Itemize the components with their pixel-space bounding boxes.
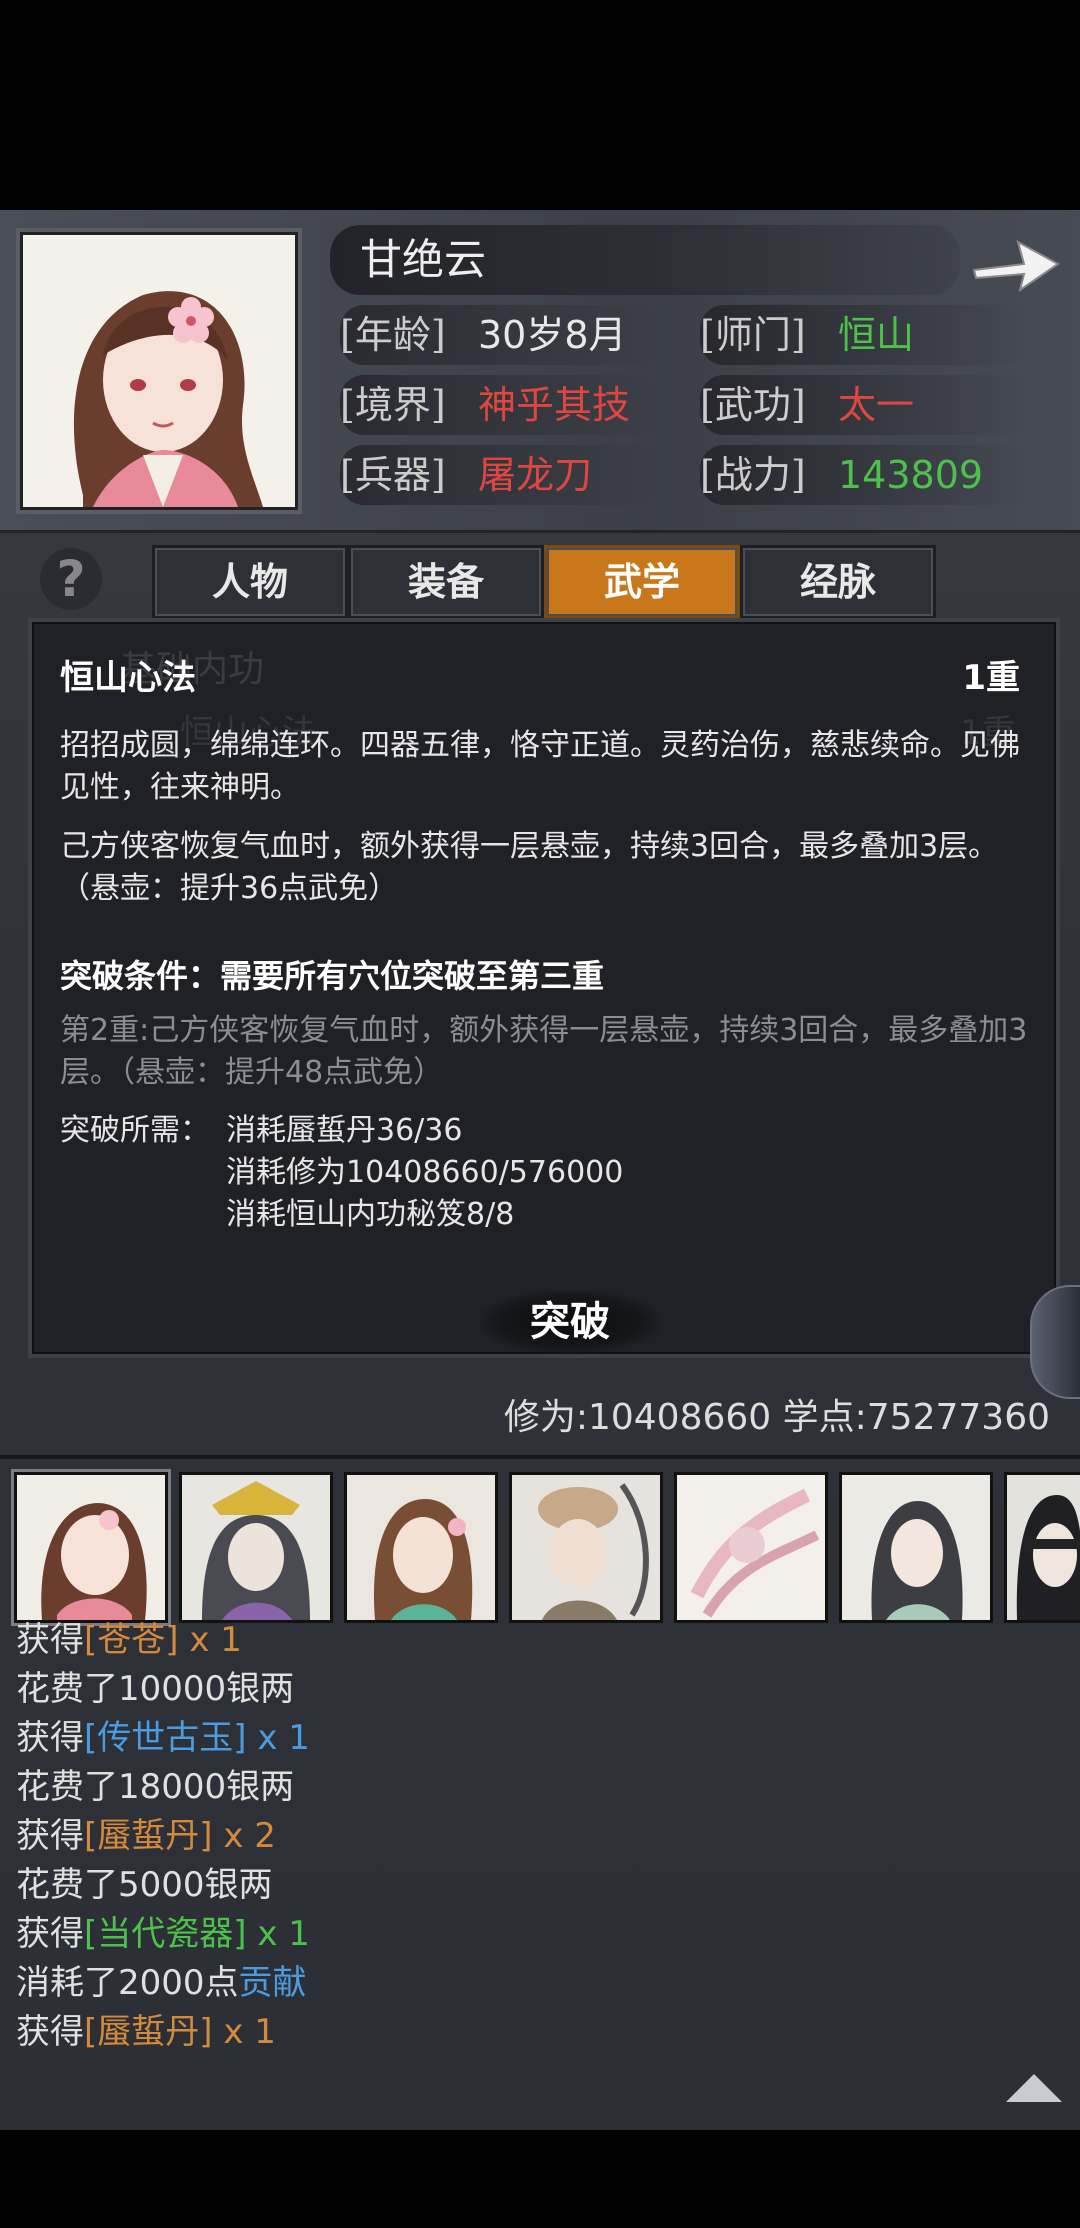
roster-character[interactable]	[179, 1472, 333, 1623]
log-segment: 花费了18000银两	[16, 1767, 295, 1807]
portrait-illustration	[23, 235, 295, 507]
log-segment: 获得	[16, 1914, 84, 1954]
stat-value-weapon: 屠龙刀	[478, 453, 593, 497]
requirement-item: 消耗恒山内功秘笈8/8	[226, 1197, 515, 1232]
stat-value-realm: 神乎其技	[478, 383, 631, 427]
roster-character[interactable]	[1004, 1472, 1080, 1623]
stat-label-martial: [武功]	[700, 383, 806, 427]
skill-title: 恒山心法	[60, 658, 196, 698]
roster-portrait	[842, 1475, 990, 1620]
character-portrait[interactable]	[20, 232, 298, 510]
roster-portrait	[1007, 1475, 1080, 1620]
log-segment: 获得	[16, 2012, 84, 2052]
log-segment: 获得	[16, 1620, 84, 1660]
log-line: 获得[传世古玉] x 1	[16, 1714, 310, 1763]
roster-portrait	[512, 1475, 660, 1620]
log-line: 获得[当代瓷器] x 1	[16, 1910, 310, 1959]
roster-portrait	[182, 1475, 330, 1620]
tab-martial-arts[interactable]: 武学	[544, 545, 740, 619]
log-line: 花费了10000银两	[16, 1665, 294, 1714]
stat-value-age: 30岁8月	[478, 313, 627, 357]
roster-portrait	[17, 1475, 165, 1620]
log-segment: 消耗了2000点	[16, 1963, 239, 2003]
log-segment: [蜃蜇丹]	[84, 2012, 213, 2052]
triangle-up-icon[interactable]	[1002, 2070, 1066, 2106]
log-segment: x 1	[246, 1914, 310, 1954]
log-segment: x 1	[178, 1620, 242, 1660]
log-line: 获得[蜃蜇丹] x 2	[16, 1812, 276, 1861]
stat-label-realm: [境界]	[340, 383, 446, 427]
tab-meridians[interactable]: 经脉	[740, 545, 936, 619]
log-line: 消耗了2000点贡献	[16, 1959, 307, 2008]
stat-label-sect: [师门]	[700, 313, 806, 357]
side-drawer-handle[interactable]	[1030, 1285, 1080, 1399]
tab-equipment[interactable]: 装备	[348, 545, 544, 619]
status-bar-area	[0, 0, 1080, 210]
log-segment: 花费了10000银两	[16, 1669, 295, 1709]
log-segment: 获得	[16, 1718, 84, 1758]
log-line: 获得[苍苍] x 1	[16, 1616, 242, 1665]
stat-label-age: [年龄]	[340, 313, 446, 357]
skill-description: 招招成圆，绵绵连环。四器五律，恪守正道。灵药治伤，慈悲续命。见佛见性，往来神明。	[60, 728, 1020, 805]
roster-portrait	[677, 1475, 825, 1620]
question-icon[interactable]: ?	[40, 548, 102, 610]
log-segment: x 1	[246, 1718, 310, 1758]
next-level-effect: 第2重:己方侠客恢复气血时，额外获得一层悬壶，持续3回合，最多叠加3层。（悬壶：…	[60, 1013, 1028, 1090]
requirement-item: 消耗修为10408660/576000	[226, 1155, 624, 1190]
tab-character[interactable]: 人物	[152, 545, 348, 619]
stat-label-power: [战力]	[700, 453, 806, 497]
roster-character[interactable]	[344, 1472, 498, 1623]
roster-character[interactable]	[14, 1472, 168, 1623]
stat-value-sect: 恒山	[838, 313, 915, 357]
character-name: 甘绝云	[330, 225, 960, 295]
skill-level: 1重	[962, 658, 1020, 698]
log-segment: 花费了5000银两	[16, 1865, 273, 1905]
log-segment: [当代瓷器]	[84, 1914, 247, 1954]
skill-effect: 己方侠客恢复气血时，额外获得一层悬壶，持续3回合，最多叠加3层。（悬壶：提升36…	[60, 829, 999, 906]
log-segment: 获得	[16, 1816, 84, 1856]
roster-character[interactable]	[509, 1472, 663, 1623]
roster-character[interactable]	[839, 1472, 993, 1623]
roster-portrait	[347, 1475, 495, 1620]
requirement-item: 消耗蜃蜇丹36/36	[226, 1113, 463, 1148]
log-segment: x 2	[212, 1816, 276, 1856]
requirements-list: 消耗蜃蜇丹36/36 消耗修为10408660/576000 消耗恒山内功秘笈8…	[226, 1110, 926, 1236]
log-segment: [苍苍]	[84, 1620, 179, 1660]
log-segment: 贡献	[238, 1963, 307, 2003]
log-segment: [传世古玉]	[84, 1718, 247, 1758]
roster-character[interactable]	[674, 1472, 828, 1623]
divider	[0, 1455, 1080, 1459]
log-segment: [蜃蜇丹]	[84, 1816, 213, 1856]
stat-value-power: 143809	[838, 453, 984, 497]
breakthrough-button[interactable]: 突破	[480, 1290, 660, 1354]
navigation-bar-area	[0, 2130, 1080, 2228]
log-line: 花费了5000银两	[16, 1861, 273, 1910]
log-segment: x 1	[212, 2012, 276, 2052]
requirements-label: 突破所需：	[60, 1113, 210, 1148]
cultivation-points: 修为:10408660 学点:75277360	[503, 1397, 1050, 1438]
stat-value-martial: 太一	[838, 383, 915, 427]
log-line: 花费了18000银两	[16, 1763, 294, 1812]
breakthrough-condition: 突破条件：需要所有穴位突破至第三重	[60, 957, 605, 995]
stat-label-weapon: [兵器]	[340, 453, 446, 497]
arrow-right-icon[interactable]	[968, 228, 1064, 298]
log-line: 获得[蜃蜇丹] x 1	[16, 2008, 276, 2057]
